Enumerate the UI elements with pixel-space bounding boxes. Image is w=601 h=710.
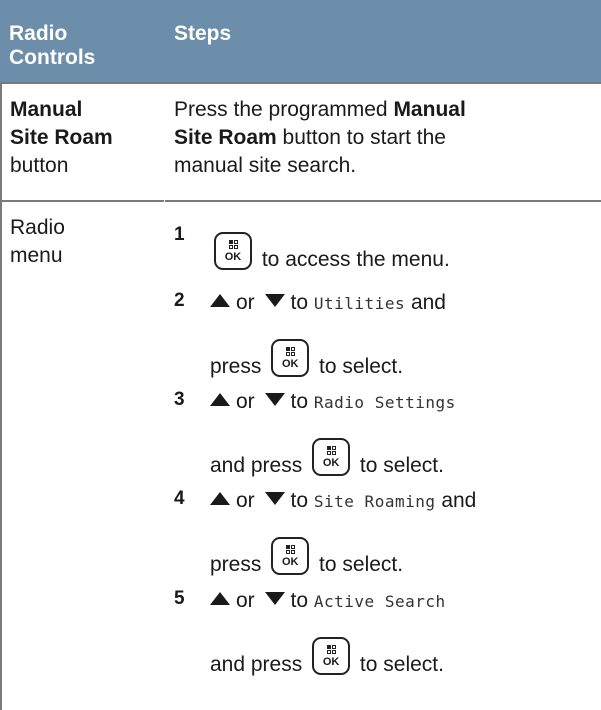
up-arrow-icon [210,393,230,406]
step-4-to: to [290,489,309,512]
step-3-line2: and press OK to select. [210,438,444,480]
step-3-target: Radio Settings [313,393,456,412]
row1-steps-line2: Site Roam button to start the [174,124,594,152]
menu-ok-button-icon: OK [312,637,351,675]
step-5-to: to [290,589,309,612]
step-3-or: or [236,390,255,413]
step-5-line1: or to Active Search [210,587,446,616]
header-radio-controls-line1: Radio [9,22,68,45]
ok-label: OK [224,251,242,263]
row1-steps: Press the programmed Manual Site Roam bu… [174,96,594,180]
step-2-number: 2 [174,290,185,311]
row1-control: Manual Site Roam button [10,96,113,180]
header-steps: Steps [174,22,232,45]
step-1-after: to access the menu. [261,248,450,271]
column-gap [164,84,165,710]
step-5-to-select: to select. [359,653,444,676]
step-1-number: 1 [174,224,185,245]
row1-text2: button to start the [276,126,446,149]
step-3-line1: or to Radio Settings [210,388,456,417]
step-4-to-select: to select. [319,553,404,576]
step-4-number: 4 [174,488,185,509]
step-1-text: OK to access the menu. [210,232,450,274]
step-5-target: Active Search [313,592,446,611]
step-5-line2: and press OK to select. [210,637,444,679]
step-4-or: or [236,489,255,512]
header-rule [0,82,601,84]
menu-ok-button-icon: OK [214,232,252,270]
step-4-line2: press OK to select. [210,537,403,579]
step-4-line1: or to Site Roaming and [210,487,476,516]
step-2-to-select: to select. [319,355,404,378]
step-3-and-press: and press [210,454,303,477]
step-4-target: Site Roaming [313,492,436,511]
step-3-to-select: to select. [359,454,444,477]
down-arrow-icon [264,294,285,307]
step-5-and-press: and press [210,653,303,676]
step-2-to: to [290,291,309,314]
step-2-line1: or to Utilities and [210,289,446,318]
step-2-line2: press OK to select. [210,339,403,381]
row1-control-line3: button [10,154,69,177]
up-arrow-icon [210,492,230,505]
step-5-number: 5 [174,588,185,609]
row1-control-line2: Site Roam [10,126,113,149]
ok-label: OK [322,457,340,469]
row1-steps-line3: manual site search. [174,154,357,177]
row1-control-line1: Manual [10,98,83,121]
step-2-and: and [410,291,446,314]
step-5-or: or [236,589,255,612]
header-radio-controls: Radio Controls [9,22,95,70]
menu-ok-button-icon: OK [271,339,310,377]
instruction-table: Radio Controls Steps Manual Site Roam bu… [0,0,601,710]
row1-text1: Press the programmed [174,98,394,121]
table-header: Radio Controls Steps [0,0,601,82]
up-arrow-icon [210,592,230,605]
step-2-target: Utilities [313,294,406,313]
ok-label: OK [281,556,299,568]
row1-bold2: Site Roam [174,126,277,149]
step-4-and: and [441,489,477,512]
header-radio-controls-line2: Controls [9,46,96,69]
down-arrow-icon [264,393,285,406]
up-arrow-icon [210,294,230,307]
step-3-to: to [290,390,309,413]
row2-control-line2: menu [10,244,63,267]
step-3-number: 3 [174,389,185,410]
row-divider [0,200,601,202]
row1-bold1: Manual [393,98,466,121]
left-border [0,82,2,710]
row2-control: Radio menu [10,214,65,270]
step-2-or: or [236,291,255,314]
row2-control-line1: Radio [10,216,65,239]
step-2-press: press [210,355,262,378]
down-arrow-icon [264,592,285,605]
ok-label: OK [322,656,340,668]
menu-ok-button-icon: OK [312,438,351,476]
ok-label: OK [281,358,299,370]
menu-ok-button-icon: OK [271,537,310,575]
row1-steps-line1: Press the programmed Manual [174,96,594,124]
step-4-press: press [210,553,262,576]
down-arrow-icon [264,492,285,505]
